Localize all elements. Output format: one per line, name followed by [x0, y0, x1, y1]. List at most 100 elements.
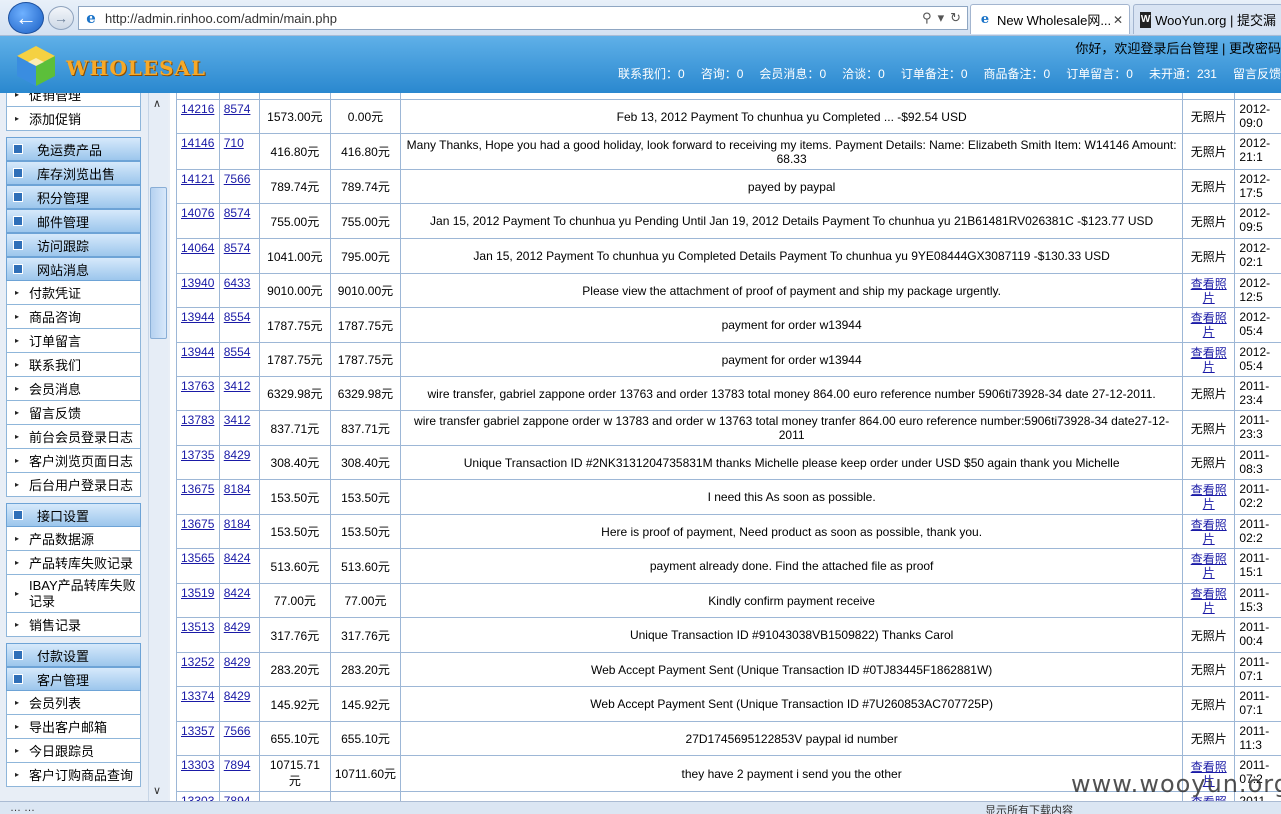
- member-id-cell[interactable]: 7894: [218, 791, 261, 801]
- sidebar-scrollbar[interactable]: ∧ ∨: [148, 93, 168, 801]
- member-id-cell[interactable]: 8554: [218, 342, 261, 377]
- member-id-cell[interactable]: 3412: [218, 410, 261, 446]
- order-id-link[interactable]: 13675: [181, 482, 214, 496]
- photo-link[interactable]: 查看照片: [1187, 587, 1230, 615]
- member-id-link[interactable]: 8554: [224, 310, 251, 324]
- member-id-cell[interactable]: 6433: [218, 273, 261, 308]
- photo-cell[interactable]: 查看照片: [1181, 307, 1236, 343]
- order-id-cell[interactable]: 14076: [176, 203, 220, 239]
- sidebar-section[interactable]: 免运费产品: [6, 137, 141, 161]
- sidebar-item[interactable]: ▸ 付款凭证: [6, 281, 141, 305]
- order-id-cell[interactable]: 13940: [176, 273, 220, 308]
- sidebar-item[interactable]: ▸ 客户订购商品查询: [6, 763, 141, 787]
- order-id-cell[interactable]: 13303: [176, 755, 220, 792]
- address-url[interactable]: http://admin.rinhoo.com/admin/main.php: [105, 11, 922, 26]
- forward-button[interactable]: →: [48, 6, 74, 30]
- order-id-cell[interactable]: 13735: [176, 445, 220, 480]
- order-id-cell[interactable]: 13675: [176, 514, 220, 549]
- sidebar-item[interactable]: ▸ 产品数据源: [6, 527, 141, 551]
- stat-item[interactable]: 留言反馈: [1233, 65, 1281, 82]
- sidebar-item[interactable]: ▸ 商品咨询: [6, 305, 141, 329]
- order-id-cell[interactable]: 14146: [176, 133, 220, 170]
- sidebar-item[interactable]: ▸ 产品转库失败记录: [6, 551, 141, 575]
- stat-item[interactable]: 会员消息：0: [759, 65, 826, 82]
- photo-cell[interactable]: 查看照片: [1181, 342, 1236, 377]
- order-id-link[interactable]: 13513: [181, 620, 214, 634]
- sidebar-section[interactable]: 网站消息: [6, 257, 141, 281]
- member-id-cell[interactable]: 8184: [218, 479, 261, 515]
- chevron-down-icon[interactable]: ▾: [938, 10, 945, 26]
- chevron-up-icon[interactable]: ∧: [153, 97, 161, 110]
- member-id-cell[interactable]: 8574: [218, 99, 261, 134]
- sidebar-item[interactable]: ▸ 促销管理: [6, 93, 141, 107]
- sidebar-item[interactable]: ▸ 会员列表: [6, 691, 141, 715]
- member-id-link[interactable]: 6433: [224, 276, 251, 290]
- order-id-link[interactable]: 14146: [181, 136, 214, 150]
- order-id-cell[interactable]: 13303: [176, 791, 220, 801]
- sidebar-section[interactable]: 客户管理: [6, 667, 141, 691]
- address-bar[interactable]: e http://admin.rinhoo.com/admin/main.php…: [78, 6, 968, 30]
- member-id-link[interactable]: 7566: [224, 724, 251, 738]
- member-id-cell[interactable]: 710: [218, 133, 261, 170]
- chevron-down-icon[interactable]: ∨: [153, 784, 161, 797]
- order-id-link[interactable]: 13940: [181, 276, 214, 290]
- sidebar-item[interactable]: ▸ 销售记录: [6, 613, 141, 637]
- order-id-link[interactable]: 13303: [181, 794, 214, 801]
- order-id-cell[interactable]: 14121: [176, 169, 220, 204]
- order-id-cell[interactable]: 13783: [176, 410, 220, 446]
- order-id-cell[interactable]: 13513: [176, 617, 220, 653]
- order-id-link[interactable]: 13944: [181, 345, 214, 359]
- order-id-cell[interactable]: 13763: [176, 376, 220, 411]
- stat-item[interactable]: 洽谈：0: [842, 65, 885, 82]
- order-id-link[interactable]: 14064: [181, 241, 214, 255]
- photo-link[interactable]: 查看照片: [1187, 518, 1230, 546]
- stat-item[interactable]: 商品备注：0: [984, 65, 1051, 82]
- sidebar-section[interactable]: 库存浏览出售: [6, 161, 141, 185]
- sidebar-item[interactable]: ▸ 联系我们: [6, 353, 141, 377]
- order-id-link[interactable]: 13565: [181, 551, 214, 565]
- order-id-cell[interactable]: 13519: [176, 583, 220, 618]
- photo-cell[interactable]: 查看照片: [1181, 479, 1236, 515]
- tab-wooyun[interactable]: W WooYun.org | 提交漏: [1133, 4, 1281, 34]
- member-id-cell[interactable]: 8429: [218, 686, 261, 722]
- member-id-link[interactable]: 8429: [224, 689, 251, 703]
- downloads-status[interactable]: 显示所有下载内容: [985, 802, 1073, 814]
- sidebar-item[interactable]: ▸ 会员消息: [6, 377, 141, 401]
- sidebar-item[interactable]: ▸ 添加促销: [6, 107, 141, 131]
- order-id-link[interactable]: 13735: [181, 448, 214, 462]
- sidebar-item[interactable]: ▸ 客户浏览页面日志: [6, 449, 141, 473]
- member-id-link[interactable]: 8429: [224, 655, 251, 669]
- member-id-link[interactable]: 8554: [224, 345, 251, 359]
- order-id-link[interactable]: 13303: [181, 758, 214, 772]
- sidebar-item[interactable]: ▸ 前台会员登录日志: [6, 425, 141, 449]
- sidebar-item[interactable]: ▸ 导出客户邮箱: [6, 715, 141, 739]
- order-id-cell[interactable]: 13252: [176, 652, 220, 687]
- member-id-cell[interactable]: 3412: [218, 376, 261, 411]
- member-id-cell[interactable]: 8429: [218, 652, 261, 687]
- member-id-cell[interactable]: 8429: [218, 445, 261, 480]
- member-id-link[interactable]: 8574: [224, 241, 251, 255]
- scrollbar-thumb[interactable]: [150, 187, 167, 339]
- stat-item[interactable]: 咨询：0: [701, 65, 744, 82]
- order-id-link[interactable]: 13675: [181, 517, 214, 531]
- order-id-link[interactable]: 13357: [181, 724, 214, 738]
- member-id-link[interactable]: 8574: [224, 102, 251, 116]
- member-id-cell[interactable]: 7566: [218, 721, 261, 756]
- photo-cell[interactable]: 查看照片: [1181, 273, 1236, 308]
- sidebar-item[interactable]: ▸ 今日跟踪员: [6, 739, 141, 763]
- sidebar-item[interactable]: ▸ 后台用户登录日志: [6, 473, 141, 497]
- member-id-link[interactable]: 7894: [224, 758, 251, 772]
- photo-link[interactable]: 查看照片: [1187, 483, 1230, 511]
- photo-cell[interactable]: 查看照片: [1181, 583, 1236, 618]
- member-id-link[interactable]: 8429: [224, 620, 251, 634]
- sidebar-section[interactable]: 接口设置: [6, 503, 141, 527]
- member-id-cell[interactable]: 8184: [218, 514, 261, 549]
- sidebar-item[interactable]: ▸ IBAY产品转库失败记录: [6, 575, 141, 613]
- member-id-link[interactable]: 8184: [224, 482, 251, 496]
- photo-link[interactable]: 查看照片: [1187, 277, 1230, 305]
- stat-item[interactable]: 未开通：231: [1149, 65, 1217, 82]
- order-id-cell[interactable]: 13944: [176, 342, 220, 377]
- sidebar-item[interactable]: ▸ 留言反馈: [6, 401, 141, 425]
- sidebar-section[interactable]: 访问跟踪: [6, 233, 141, 257]
- order-id-cell[interactable]: 13944: [176, 307, 220, 343]
